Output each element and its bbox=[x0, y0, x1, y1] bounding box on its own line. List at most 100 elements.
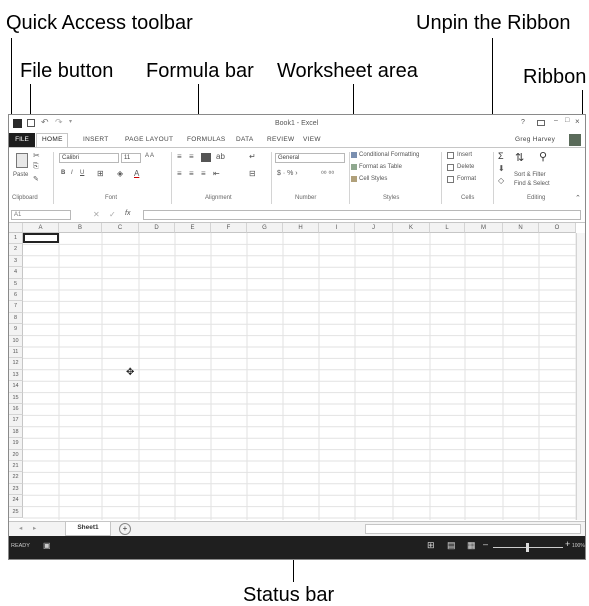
formula-input[interactable] bbox=[143, 210, 581, 220]
worksheet-grid[interactable]: ABCDEFGHIJKLMNO 1 2 3 4 5 6 7 8 9 10 11 12 13 14 15 16 1… bbox=[9, 223, 585, 520]
row-header-17[interactable]: 17 bbox=[9, 415, 23, 427]
align-middle-icon[interactable]: ≡ bbox=[189, 152, 194, 161]
delete-button[interactable]: Delete bbox=[457, 164, 474, 170]
format-painter-icon[interactable]: ✎ bbox=[33, 175, 39, 183]
add-sheet-button[interactable]: + bbox=[119, 523, 131, 535]
maximize-icon[interactable]: □ bbox=[565, 117, 569, 124]
underline-button[interactable]: U bbox=[80, 170, 84, 176]
insert-function-icon[interactable]: fx bbox=[125, 210, 130, 217]
active-cell[interactable] bbox=[23, 233, 59, 243]
row-header-19[interactable]: 19 bbox=[9, 438, 23, 450]
zoom-slider-thumb[interactable] bbox=[526, 543, 529, 552]
column-header-m[interactable]: M bbox=[465, 223, 503, 233]
help-icon[interactable]: ? bbox=[521, 119, 525, 126]
column-header-o[interactable]: O bbox=[539, 223, 576, 233]
find-select-icon[interactable]: ⚲ bbox=[539, 150, 547, 163]
row-header-18[interactable]: 18 bbox=[9, 426, 23, 439]
wrap-text-icon[interactable]: ↵ bbox=[249, 152, 256, 161]
copy-icon[interactable]: ⎘ bbox=[33, 163, 39, 171]
row-header-11[interactable]: 11 bbox=[9, 347, 23, 359]
bold-button[interactable]: B bbox=[61, 170, 65, 176]
align-left-icon[interactable]: ≡ bbox=[177, 169, 182, 178]
column-header-l[interactable]: L bbox=[430, 223, 465, 233]
row-header-15[interactable]: 15 bbox=[9, 392, 23, 404]
row-header-22[interactable]: 22 bbox=[9, 472, 23, 484]
collapse-ribbon-icon[interactable]: ⌃ bbox=[575, 194, 581, 202]
align-right-icon[interactable]: ≡ bbox=[201, 169, 206, 178]
fill-color-icon[interactable]: ◈ bbox=[117, 169, 123, 178]
row-header-9[interactable]: 9 bbox=[9, 324, 23, 336]
row-header-14[interactable]: 14 bbox=[9, 381, 23, 393]
horizontal-scrollbar[interactable] bbox=[365, 524, 581, 534]
number-format-select[interactable]: General bbox=[275, 153, 345, 163]
row-header-6[interactable]: 6 bbox=[9, 290, 23, 302]
user-name[interactable]: Greg Harvey bbox=[515, 136, 555, 143]
tab-review[interactable]: REVIEW bbox=[267, 136, 294, 143]
redo-icon[interactable]: ↷ bbox=[55, 117, 63, 128]
row-header-1[interactable]: 1 bbox=[9, 233, 23, 245]
paste-button[interactable]: Paste bbox=[13, 172, 28, 178]
italic-button[interactable]: I bbox=[71, 170, 73, 176]
minimize-icon[interactable]: – bbox=[554, 117, 558, 124]
undo-icon[interactable]: ↶ bbox=[41, 117, 49, 128]
name-box[interactable]: A1 bbox=[11, 210, 71, 220]
vertical-scrollbar[interactable] bbox=[576, 233, 585, 520]
file-button[interactable]: FILE bbox=[9, 133, 35, 147]
zoom-in-icon[interactable]: + bbox=[565, 539, 570, 549]
column-header-e[interactable]: E bbox=[175, 223, 211, 233]
row-header-23[interactable]: 23 bbox=[9, 483, 23, 496]
normal-view-icon[interactable]: ⊞ bbox=[427, 540, 435, 551]
align-center-icon[interactable]: ≡ bbox=[189, 169, 194, 178]
column-header-h[interactable]: H bbox=[283, 223, 319, 233]
cut-icon[interactable]: ✂ bbox=[33, 151, 40, 160]
grow-font-icon[interactable]: A A bbox=[145, 153, 154, 159]
column-header-d[interactable]: D bbox=[139, 223, 175, 233]
column-header-g[interactable]: G bbox=[247, 223, 283, 233]
avatar[interactable] bbox=[569, 134, 581, 146]
currency-icon[interactable]: $ · % › bbox=[277, 170, 298, 177]
font-size-select[interactable]: 11 bbox=[121, 153, 141, 163]
prev-sheet-icon[interactable]: ◂ bbox=[19, 524, 22, 532]
sort-filter-button[interactable]: Sort & Filter bbox=[514, 172, 546, 178]
orientation-icon[interactable]: ab bbox=[216, 152, 225, 161]
page-break-view-icon[interactable]: ▦ bbox=[467, 540, 476, 551]
column-header-n[interactable]: N bbox=[503, 223, 539, 233]
clear-icon[interactable]: ◇ bbox=[498, 176, 504, 185]
formula-enter-icon[interactable]: ✓ bbox=[109, 210, 116, 219]
zoom-level[interactable]: 100% bbox=[572, 543, 585, 549]
formula-cancel-icon[interactable]: ✕ bbox=[93, 210, 100, 219]
tab-view[interactable]: VIEW bbox=[303, 136, 321, 143]
sheet-tab-sheet1[interactable]: Sheet1 bbox=[65, 522, 111, 536]
save-icon[interactable] bbox=[27, 119, 35, 127]
row-header-2[interactable]: 2 bbox=[9, 244, 23, 256]
column-header-b[interactable]: B bbox=[59, 223, 102, 233]
tab-page-layout[interactable]: PAGE LAYOUT bbox=[125, 136, 173, 143]
close-icon[interactable]: × bbox=[575, 117, 580, 126]
font-color-icon[interactable]: A bbox=[134, 169, 139, 178]
fill-icon[interactable]: ⬇ bbox=[498, 164, 505, 173]
row-header-10[interactable]: 10 bbox=[9, 335, 23, 347]
format-as-table-button[interactable]: Format as Table bbox=[359, 164, 402, 170]
row-header-8[interactable]: 8 bbox=[9, 312, 23, 325]
tab-data[interactable]: DATA bbox=[236, 136, 254, 143]
borders-icon[interactable]: ⊞ bbox=[97, 169, 104, 178]
format-button[interactable]: Format bbox=[457, 176, 476, 182]
column-header-f[interactable]: F bbox=[211, 223, 247, 233]
page-layout-view-icon[interactable]: ▤ bbox=[447, 540, 456, 551]
align-bottom-icon[interactable] bbox=[201, 153, 211, 162]
paste-icon[interactable] bbox=[16, 153, 28, 168]
decimal-icon[interactable]: ⁰⁰ ⁰⁰ bbox=[321, 170, 334, 178]
column-header-a[interactable]: A bbox=[23, 223, 59, 233]
row-header-7[interactable]: 7 bbox=[9, 301, 23, 313]
row-header-25[interactable]: 25 bbox=[9, 506, 23, 518]
row-header-3[interactable]: 3 bbox=[9, 255, 23, 268]
conditional-formatting-button[interactable]: Conditional Formatting bbox=[359, 152, 419, 158]
row-header-16[interactable]: 16 bbox=[9, 404, 23, 416]
column-header-k[interactable]: K bbox=[393, 223, 430, 233]
font-name-select[interactable]: Calibri bbox=[59, 153, 119, 163]
merge-center-icon[interactable]: ⊟ bbox=[249, 169, 256, 178]
column-header-j[interactable]: J bbox=[355, 223, 393, 233]
column-header-c[interactable]: C bbox=[102, 223, 139, 233]
insert-button[interactable]: Insert bbox=[457, 152, 472, 158]
next-sheet-icon[interactable]: ▸ bbox=[33, 524, 36, 532]
